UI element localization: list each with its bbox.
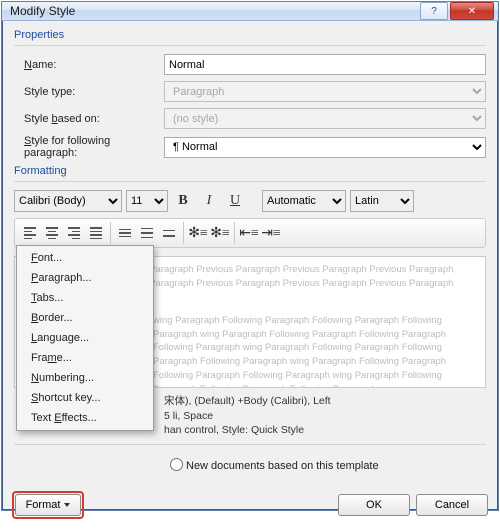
name-label: Name: [14,59,164,71]
menu-border[interactable]: Border... [17,308,153,328]
style-type-label: Style type: [14,86,164,98]
space-before-inc-button[interactable]: ✻≡ [187,222,209,244]
indent-decrease-button[interactable]: ⇤≡ [238,222,260,244]
divider [14,181,486,182]
divider [14,45,486,46]
justify-button[interactable] [85,223,107,243]
line-spacing-1-button[interactable] [114,223,136,243]
bold-button[interactable]: B [172,190,194,212]
font-family-select[interactable]: Calibri (Body) [14,190,122,212]
paragraph-toolbar: ✻≡ ✻≡ ⇤≡ ⇥≡ [14,218,486,248]
script-select[interactable]: Latin [350,190,414,212]
based-on-label: Style based on: [14,113,164,125]
menu-font[interactable]: Font... [17,248,153,268]
cancel-button[interactable]: Cancel [416,494,488,516]
menu-paragraph[interactable]: Paragraph... [17,268,153,288]
space-before-dec-button[interactable]: ✻≡ [209,222,231,244]
format-menu: Font... Paragraph... Tabs... Border... L… [16,245,154,431]
underline-button[interactable]: U [224,190,246,212]
line-spacing-15-button[interactable] [136,223,158,243]
menu-frame[interactable]: Frame... [17,348,153,368]
new-documents-radio[interactable]: New documents based on this template [164,458,484,472]
format-button-highlight: Format [12,491,84,519]
align-left-button[interactable] [19,223,41,243]
menu-language[interactable]: Language... [17,328,153,348]
menu-tabs[interactable]: Tabs... [17,288,153,308]
name-input[interactable] [164,54,486,75]
align-right-button[interactable] [63,223,85,243]
line-spacing-2-button[interactable] [158,223,180,243]
divider [14,444,486,445]
chevron-down-icon [64,503,70,507]
align-center-button[interactable] [41,223,63,243]
dialog-footer: Format OK Cancel [2,485,498,529]
divider [234,222,235,244]
help-button[interactable]: ? [420,2,448,20]
following-select[interactable]: ¶ Normal [164,137,486,158]
font-toolbar: Calibri (Body) 11 B I U Automatic Latin [14,190,486,212]
font-color-select[interactable]: Automatic [262,190,346,212]
ok-button[interactable]: OK [338,494,410,516]
menu-numbering[interactable]: Numbering... [17,368,153,388]
menu-shortcut[interactable]: Shortcut key... [17,388,153,408]
italic-button[interactable]: I [198,190,220,212]
divider [183,222,184,244]
close-button[interactable]: ✕ [450,2,494,20]
options-area: New documents based on this template [14,453,486,472]
dialog-body: Properties Name: Style type: Paragraph S… [2,21,498,485]
format-button[interactable]: Format [15,494,81,516]
menu-text-effects[interactable]: Text Effects... [17,408,153,428]
properties-group-label: Properties [14,29,486,41]
formatting-group-label: Formatting [14,165,486,177]
based-on-select: (no style) [164,108,486,129]
divider [110,222,111,244]
window-title: Modify Style [10,4,418,18]
style-type-select: Paragraph [164,81,486,102]
following-label: Style for following paragraph: [14,135,164,159]
modify-style-dialog: Modify Style ? ✕ Properties Name: Style … [1,1,499,511]
titlebar: Modify Style ? ✕ [2,2,498,21]
font-size-select[interactable]: 11 [126,190,168,212]
indent-increase-button[interactable]: ⇥≡ [260,222,282,244]
